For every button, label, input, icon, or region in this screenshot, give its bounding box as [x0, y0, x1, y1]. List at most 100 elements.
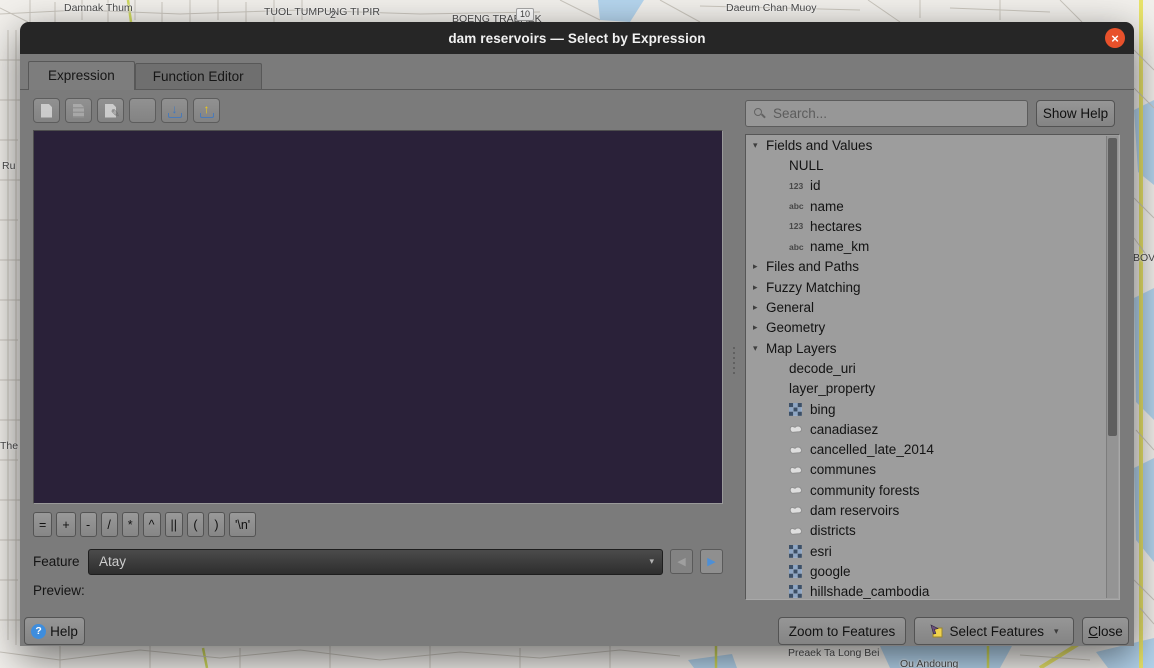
tree-item-general[interactable]: ▸General — [746, 297, 1119, 317]
splitter-handle[interactable] — [730, 338, 738, 382]
export-icon: ↑ — [199, 103, 215, 119]
tab-expression[interactable]: Expression — [28, 61, 135, 90]
tree-item-community-forests[interactable]: community forests — [746, 480, 1119, 500]
previous-feature-button[interactable]: ◀ — [670, 549, 693, 574]
operator-plus-button[interactable]: + — [56, 512, 75, 537]
expression-editor[interactable] — [33, 130, 723, 504]
select-by-expression-dialog: dam reservoirs — Select by Expression × … — [20, 22, 1134, 646]
close-button[interactable]: Close — [1082, 617, 1129, 645]
operator-close-paren-button[interactable]: ) — [208, 512, 225, 537]
tree-item-google[interactable]: google — [746, 561, 1119, 581]
chevron-down-icon: ▾ — [649, 556, 654, 567]
help-button[interactable]: ? Help — [24, 617, 85, 645]
tree-item-geometry[interactable]: ▸Geometry — [746, 318, 1119, 338]
tree-item-label: bing — [810, 402, 836, 417]
saved-expressions-button[interactable] — [65, 98, 92, 123]
map-label: TUOL TUMPUNG TI PIR — [264, 6, 380, 18]
tree-scrollbar-thumb[interactable] — [1108, 138, 1117, 436]
close-icon[interactable]: × — [1105, 28, 1125, 48]
edit-expression-button[interactable]: ✎ — [97, 98, 124, 123]
tree-item-id[interactable]: 123id — [746, 176, 1119, 196]
vector-layer-icon — [789, 504, 803, 516]
tree-item-esri[interactable]: esri — [746, 541, 1119, 561]
tree-item-null[interactable]: NULL — [746, 155, 1119, 175]
right-arrow-icon: ▶ — [707, 555, 715, 568]
tree-item-label: community forests — [810, 483, 920, 498]
tree-item-label: decode_uri — [789, 361, 856, 376]
feature-combobox[interactable]: Atay ▾ — [88, 549, 663, 575]
zoom-to-features-button[interactable]: Zoom to Features — [778, 617, 906, 645]
operator-multiply-button[interactable]: * — [122, 512, 139, 537]
vector-layer-icon — [789, 423, 803, 435]
tree-item-label: Geometry — [766, 320, 825, 335]
tree-item-cancelled-late-2014[interactable]: cancelled_late_2014 — [746, 439, 1119, 459]
tree-item-canadiasez[interactable]: canadiasez — [746, 419, 1119, 439]
tree-item-files-and-paths[interactable]: ▸Files and Paths — [746, 257, 1119, 277]
show-help-button[interactable]: Show Help — [1036, 100, 1115, 127]
qgis-screen: Damnak ThumTUOL TUMPUNG TI PIR2BOENG TRA… — [0, 0, 1154, 668]
operator-open-paren-button[interactable]: ( — [187, 512, 204, 537]
tree-item-name-km[interactable]: abcname_km — [746, 236, 1119, 256]
operator-newline-button[interactable]: '\n' — [229, 512, 256, 537]
tree-item-fuzzy-matching[interactable]: ▸Fuzzy Matching — [746, 277, 1119, 297]
remove-expression-button[interactable] — [129, 98, 156, 123]
preview-label: Preview: — [33, 583, 85, 598]
select-features-button[interactable]: Select Features ▾ — [914, 617, 1074, 645]
import-expressions-button[interactable]: ↓ — [161, 98, 188, 123]
tree-item-fields-and-values[interactable]: ▾Fields and Values — [746, 135, 1119, 155]
numeric-field-icon: 123 — [789, 221, 810, 231]
dialog-title: dam reservoirs — Select by Expression — [448, 31, 705, 46]
tree-item-label: hectares — [810, 219, 862, 234]
tree-item-layer-property[interactable]: layer_property — [746, 379, 1119, 399]
export-expressions-button[interactable]: ↑ — [193, 98, 220, 123]
text-field-icon: abc — [789, 242, 810, 252]
tree-item-hillshade-cambodia[interactable]: hillshade_cambodia — [746, 582, 1119, 600]
add-expression-button[interactable] — [33, 98, 60, 123]
collapse-arrow-icon: ▾ — [753, 140, 766, 151]
tree-item-label: layer_property — [789, 381, 875, 396]
text-field-icon: abc — [789, 201, 810, 211]
tab-bar: Expression Function Editor — [20, 62, 1134, 90]
operator-equals-button[interactable]: = — [33, 512, 52, 537]
feature-value: Atay — [99, 554, 126, 569]
operator-divide-button[interactable]: / — [101, 512, 118, 537]
select-features-label: Select Features — [949, 624, 1044, 639]
search-input[interactable] — [745, 100, 1028, 127]
new-file-icon — [41, 104, 52, 118]
operator-power-button[interactable]: ^ — [143, 512, 161, 537]
operator-minus-button[interactable]: - — [80, 512, 97, 537]
map-label: Preaek Ta Long Bei — [788, 647, 879, 659]
operator-concatenate-button[interactable]: || — [165, 512, 184, 537]
tree-item-label: General — [766, 300, 814, 315]
numeric-field-icon: 123 — [789, 181, 810, 191]
dialog-titlebar[interactable]: dam reservoirs — Select by Expression × — [20, 22, 1134, 54]
tree-item-label: name — [810, 199, 844, 214]
tree-item-bing[interactable]: bing — [746, 399, 1119, 419]
vector-layer-icon — [789, 484, 803, 496]
tree-item-decode-uri[interactable]: decode_uri — [746, 358, 1119, 378]
vector-layer-icon — [789, 525, 803, 537]
map-label: Damnak Thum — [64, 2, 133, 14]
tab-function-editor[interactable]: Function Editor — [135, 63, 262, 89]
tree-item-label: name_km — [810, 239, 869, 254]
tree-item-dam-reservoirs[interactable]: dam reservoirs — [746, 500, 1119, 520]
tree-item-label: districts — [810, 523, 856, 538]
tree-item-label: NULL — [789, 158, 824, 173]
tree-item-hectares[interactable]: 123hectares — [746, 216, 1119, 236]
search-box — [745, 100, 1028, 127]
tree-item-label: cancelled_late_2014 — [810, 442, 934, 457]
tree-item-map-layers[interactable]: ▾Map Layers — [746, 338, 1119, 358]
import-icon: ↓ — [167, 103, 183, 119]
map-label: Daeum Chan Muoy — [726, 2, 816, 14]
tree-item-label: Files and Paths — [766, 259, 859, 274]
next-feature-button[interactable]: ▶ — [700, 549, 723, 574]
dialog-body: Expression Function Editor ✎ ↓ ↑ =+-/*^||(… — [20, 54, 1134, 646]
tree-item-name[interactable]: abcname — [746, 196, 1119, 216]
tree-item-districts[interactable]: districts — [746, 521, 1119, 541]
map-label: Ru — [2, 160, 15, 172]
left-arrow-icon: ◀ — [677, 555, 685, 568]
tree-item-communes[interactable]: communes — [746, 460, 1119, 480]
tree-scrollbar[interactable] — [1106, 136, 1118, 598]
map-label: 2 — [330, 9, 336, 21]
raster-layer-icon — [789, 545, 802, 558]
